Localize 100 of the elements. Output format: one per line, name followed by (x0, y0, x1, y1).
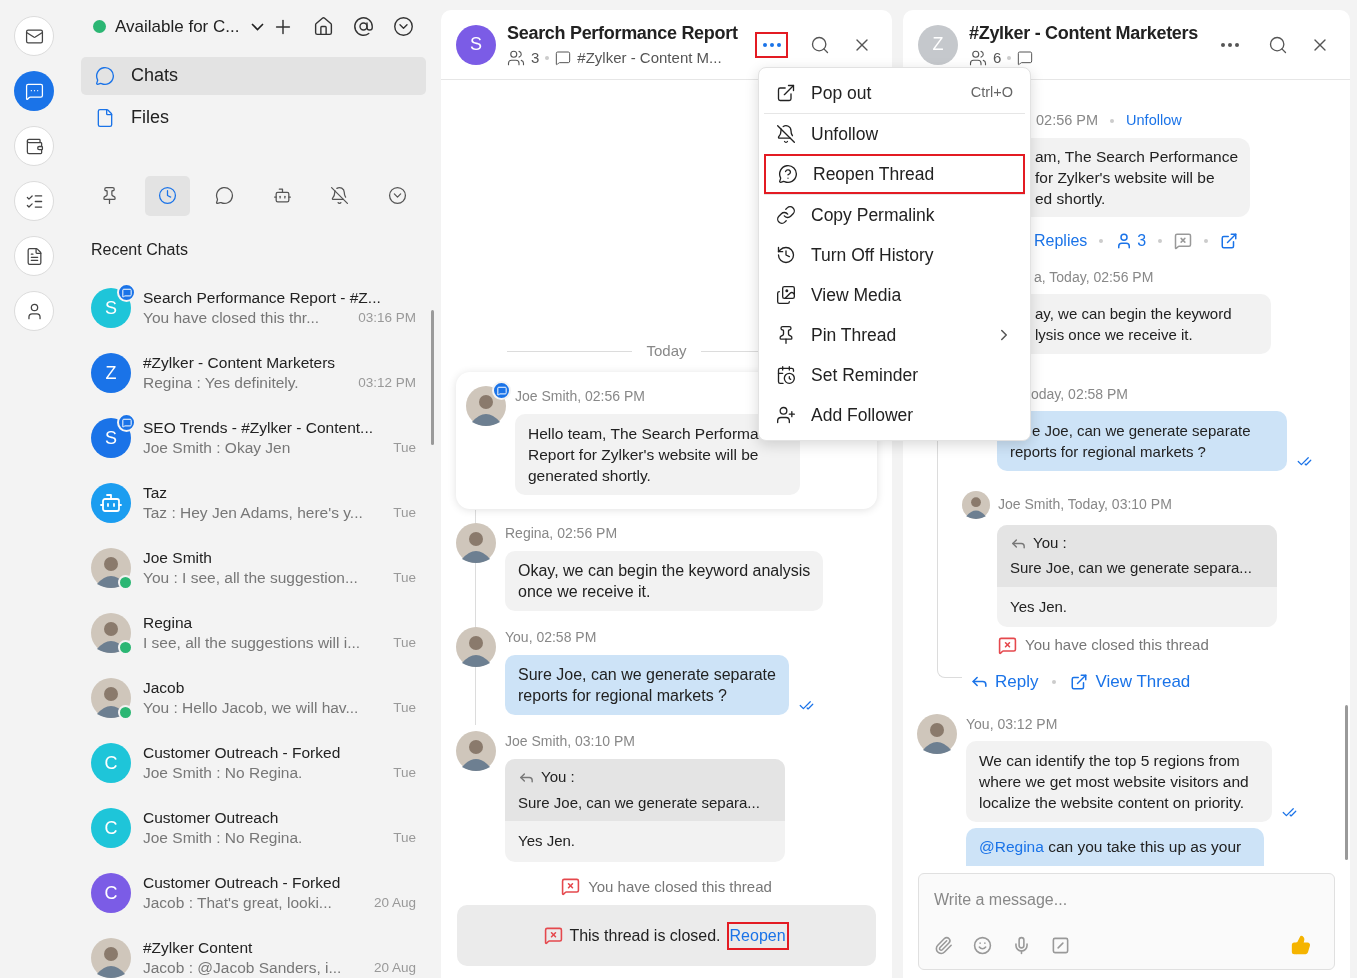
chat-list-item[interactable]: Jacob You : Hello Jacob, we will hav... Tue (81, 665, 426, 731)
message-bubble: am, The Search Performance for Zylker's website will be ed shortly. (1031, 137, 1250, 217)
chat-list-item[interactable]: Regina I see, all the suggestions will i... Tue (81, 600, 426, 666)
filter-tab[interactable] (144, 175, 190, 216)
chat-name: Search Performance Report - #Z... (143, 287, 382, 308)
emoji-icon[interactable] (973, 935, 992, 955)
rail-button[interactable] (14, 71, 54, 111)
chat-list-item[interactable]: C Customer Outreach - Forked Jacob : That's great, looki... 20 Aug (81, 860, 426, 926)
panel-title: Search Performance Report (507, 21, 738, 45)
reminder-icon (776, 365, 796, 385)
avatar: C (91, 743, 131, 783)
channel-name: #Zylker - Content M... (577, 47, 722, 68)
search-button[interactable] (810, 34, 830, 55)
reply-link[interactable]: Reply (970, 668, 1039, 695)
panel-title: #Zylker - Content Marketers (969, 21, 1198, 45)
message-author: oday, 02:58 PM (1030, 384, 1130, 404)
unfollow-link[interactable]: Unfollow (1126, 110, 1182, 132)
channel-icon (1017, 50, 1034, 66)
rail-button[interactable] (14, 291, 54, 331)
replies-link[interactable]: Replies (1034, 228, 1088, 253)
search-button[interactable] (1268, 34, 1288, 55)
chat-time: Tue (393, 503, 416, 522)
rail-button[interactable] (14, 126, 54, 166)
chat-name: Taz (143, 482, 169, 503)
avatar (91, 548, 131, 588)
menu-item[interactable]: Unfollow (764, 114, 1025, 154)
home-icon[interactable] (313, 16, 334, 38)
date-divider: Today (646, 340, 687, 361)
external-link-icon[interactable] (1220, 231, 1239, 250)
more-button[interactable] (755, 31, 788, 58)
slash-command-icon[interactable] (1051, 935, 1070, 955)
rail-button[interactable] (14, 236, 54, 276)
avatar: S (456, 24, 496, 65)
menu-item[interactable]: Copy Permalink (764, 195, 1025, 235)
avatar (466, 386, 506, 426)
status-dropdown[interactable]: Available for C... (115, 14, 265, 40)
closed-notice: You have closed this thread (588, 876, 772, 897)
closed-thread-icon (998, 636, 1017, 655)
scrollbar[interactable] (1345, 705, 1348, 860)
chat-name: Customer Outreach - Forked (143, 872, 342, 893)
chat-preview: You : I see, all the suggestion... (143, 568, 358, 589)
chat-bubble-icon (215, 186, 235, 205)
chat-list-item[interactable]: #Zylker Content Jacob : @Jacob Sanders, i... 20 Aug (81, 925, 426, 978)
history-icon (776, 245, 796, 265)
menu-item[interactable]: View Media (764, 275, 1025, 315)
chat-time: 20 Aug (373, 958, 416, 977)
attach-icon[interactable] (934, 935, 953, 955)
closed-notice: You have closed this thread (1025, 635, 1209, 656)
nav-item[interactable]: Files (81, 98, 426, 137)
chat-preview: Jacob : @Jacob Sanders, i... (143, 958, 342, 978)
message-author: Regina, 02:56 PM (505, 524, 619, 543)
quoted-text: Sure Joe, can we generate separa... (518, 792, 761, 813)
chat-list-item[interactable]: C Customer Outreach - Forked Joe Smith : No Regina. Tue (81, 730, 426, 796)
nav-item[interactable]: Chats (81, 56, 426, 95)
menu-item[interactable]: Reopen Thread (764, 154, 1025, 194)
chat-name: Joe Smith (143, 547, 213, 568)
participants-button[interactable]: 3 (1115, 228, 1147, 253)
robot-icon (99, 491, 123, 515)
avatar (456, 627, 496, 667)
chat-preview: You have closed this thr... (143, 308, 320, 329)
message-author: a, Today, 02:56 PM (1033, 267, 1155, 287)
chat-preview: Jacob : That's great, looki... (143, 893, 332, 914)
images-icon (776, 285, 796, 305)
chat-list-item[interactable]: S Search Performance Report - #Z... You have closed this thr... 03:16 PM (81, 275, 426, 341)
message-bubble: ay, we can begin the keyword lysis once we receive it. (1031, 293, 1271, 354)
wallet-icon (24, 136, 44, 156)
thumbs-up-icon[interactable] (1291, 935, 1311, 955)
mention-icon[interactable] (353, 16, 374, 38)
chat-preview: Taz : Hey Jen Adams, here's y... (143, 503, 363, 524)
view-thread-link[interactable]: View Thread (1070, 668, 1191, 695)
menu-item[interactable]: Set Reminder (764, 355, 1025, 395)
chat-list-item[interactable]: C Customer Outreach Joe Smith : No Regina. Tue (81, 795, 426, 861)
chat-list-item[interactable]: Z #Zylker - Content Marketers Regina : Yes definitely. 03:12 PM (81, 340, 426, 406)
chat-list-item[interactable]: Taz Taz : Hey Jen Adams, here's y... Tue (81, 470, 426, 536)
chat-time: 03:16 PM (358, 308, 416, 327)
external-link-icon (776, 83, 796, 103)
rail-button[interactable] (14, 16, 54, 56)
message-bubble: Okay, we can begin the keyword analysis once we receive it. (505, 551, 824, 611)
chat-preview: Joe Smith : No Regina. (143, 763, 303, 784)
microphone-icon[interactable] (1012, 935, 1031, 955)
chat-list-item[interactable]: Joe Smith You : I see, all the suggestion... Tue (81, 535, 426, 601)
channel-icon (555, 50, 572, 66)
chat-list-item[interactable]: S SEO Trends - #Zylker - Content... Joe Smith : Okay Jen Tue (81, 405, 426, 471)
chat-time: Tue (393, 438, 416, 457)
message-author: You, 02:58 PM (505, 628, 598, 647)
menu-item[interactable]: Pop out Ctrl+O (764, 73, 1025, 113)
message-bubble: We can identify the top 5 regions from where we get most website visitors and localize the website content on priority. (966, 741, 1272, 823)
chevron-circle-icon[interactable] (393, 16, 414, 38)
menu-item[interactable]: Turn Off History (764, 235, 1025, 275)
reopen-link[interactable]: Reopen (726, 921, 789, 950)
quoted-text: Sure Joe, can we generate separa... (1010, 558, 1253, 579)
scrollbar[interactable] (431, 310, 434, 445)
chat-time: Tue (393, 633, 416, 652)
closed-thread-icon[interactable] (1174, 231, 1193, 250)
menu-item[interactable]: Pin Thread (764, 315, 1025, 355)
message-time: 02:56 PM (1036, 111, 1099, 130)
chat-time: Tue (393, 698, 416, 717)
closed-thread-icon (544, 926, 564, 945)
chat-time: Tue (393, 828, 416, 847)
clock-icon (157, 186, 177, 205)
